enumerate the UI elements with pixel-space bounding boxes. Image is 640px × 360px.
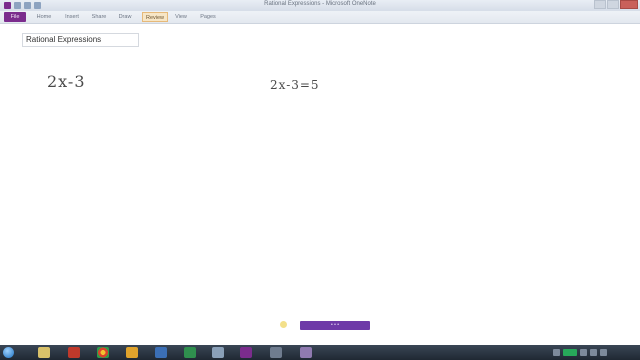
network-icon[interactable] bbox=[563, 349, 577, 356]
onenote-icon[interactable] bbox=[240, 347, 252, 358]
desktop-icon[interactable] bbox=[155, 347, 167, 358]
media-icon[interactable] bbox=[270, 347, 282, 358]
minimize-button[interactable] bbox=[594, 0, 606, 9]
maximize-button[interactable] bbox=[607, 0, 619, 9]
volume-icon[interactable] bbox=[580, 349, 587, 356]
start-button[interactable] bbox=[3, 347, 14, 358]
tab-view[interactable]: View bbox=[172, 12, 190, 22]
powerpoint-icon[interactable] bbox=[68, 347, 80, 358]
page-title[interactable]: Rational Expressions bbox=[22, 33, 139, 47]
tab-share[interactable]: Share bbox=[89, 12, 109, 22]
ink-expression-2[interactable]: 2x-3=5 bbox=[270, 78, 320, 92]
app-icon-2[interactable] bbox=[300, 347, 312, 358]
tab-review[interactable]: Review bbox=[142, 12, 168, 22]
clock[interactable] bbox=[610, 349, 636, 356]
page-navigation-bar[interactable]: • • • bbox=[300, 321, 370, 330]
chrome-icon[interactable] bbox=[97, 347, 109, 358]
app-icon[interactable] bbox=[212, 347, 224, 358]
tab-insert[interactable]: Insert bbox=[62, 12, 82, 22]
battery-icon[interactable] bbox=[600, 349, 607, 356]
excel-icon[interactable] bbox=[184, 347, 196, 358]
ribbon-tabs: File Home Insert Share Draw Review View … bbox=[0, 11, 640, 24]
explorer-icon[interactable] bbox=[38, 347, 50, 358]
ink-expression-1[interactable]: 2x-3 bbox=[47, 72, 86, 91]
close-button[interactable] bbox=[620, 0, 638, 9]
tray-arrow-icon[interactable] bbox=[553, 349, 560, 356]
tab-draw[interactable]: Draw bbox=[116, 12, 134, 22]
highlight-marker-icon bbox=[280, 321, 287, 328]
window-title: Rational Expressions - Microsoft OneNote bbox=[264, 1, 376, 7]
taskbar bbox=[0, 345, 640, 360]
tab-file[interactable]: File bbox=[4, 12, 26, 22]
title-bar: Rational Expressions - Microsoft OneNote bbox=[0, 0, 640, 11]
system-tray bbox=[553, 345, 640, 360]
window-controls bbox=[594, 0, 638, 9]
tab-home[interactable]: Home bbox=[34, 12, 54, 22]
folder-icon[interactable] bbox=[126, 347, 138, 358]
tab-pages[interactable]: Pages bbox=[198, 12, 218, 22]
flag-icon[interactable] bbox=[590, 349, 597, 356]
